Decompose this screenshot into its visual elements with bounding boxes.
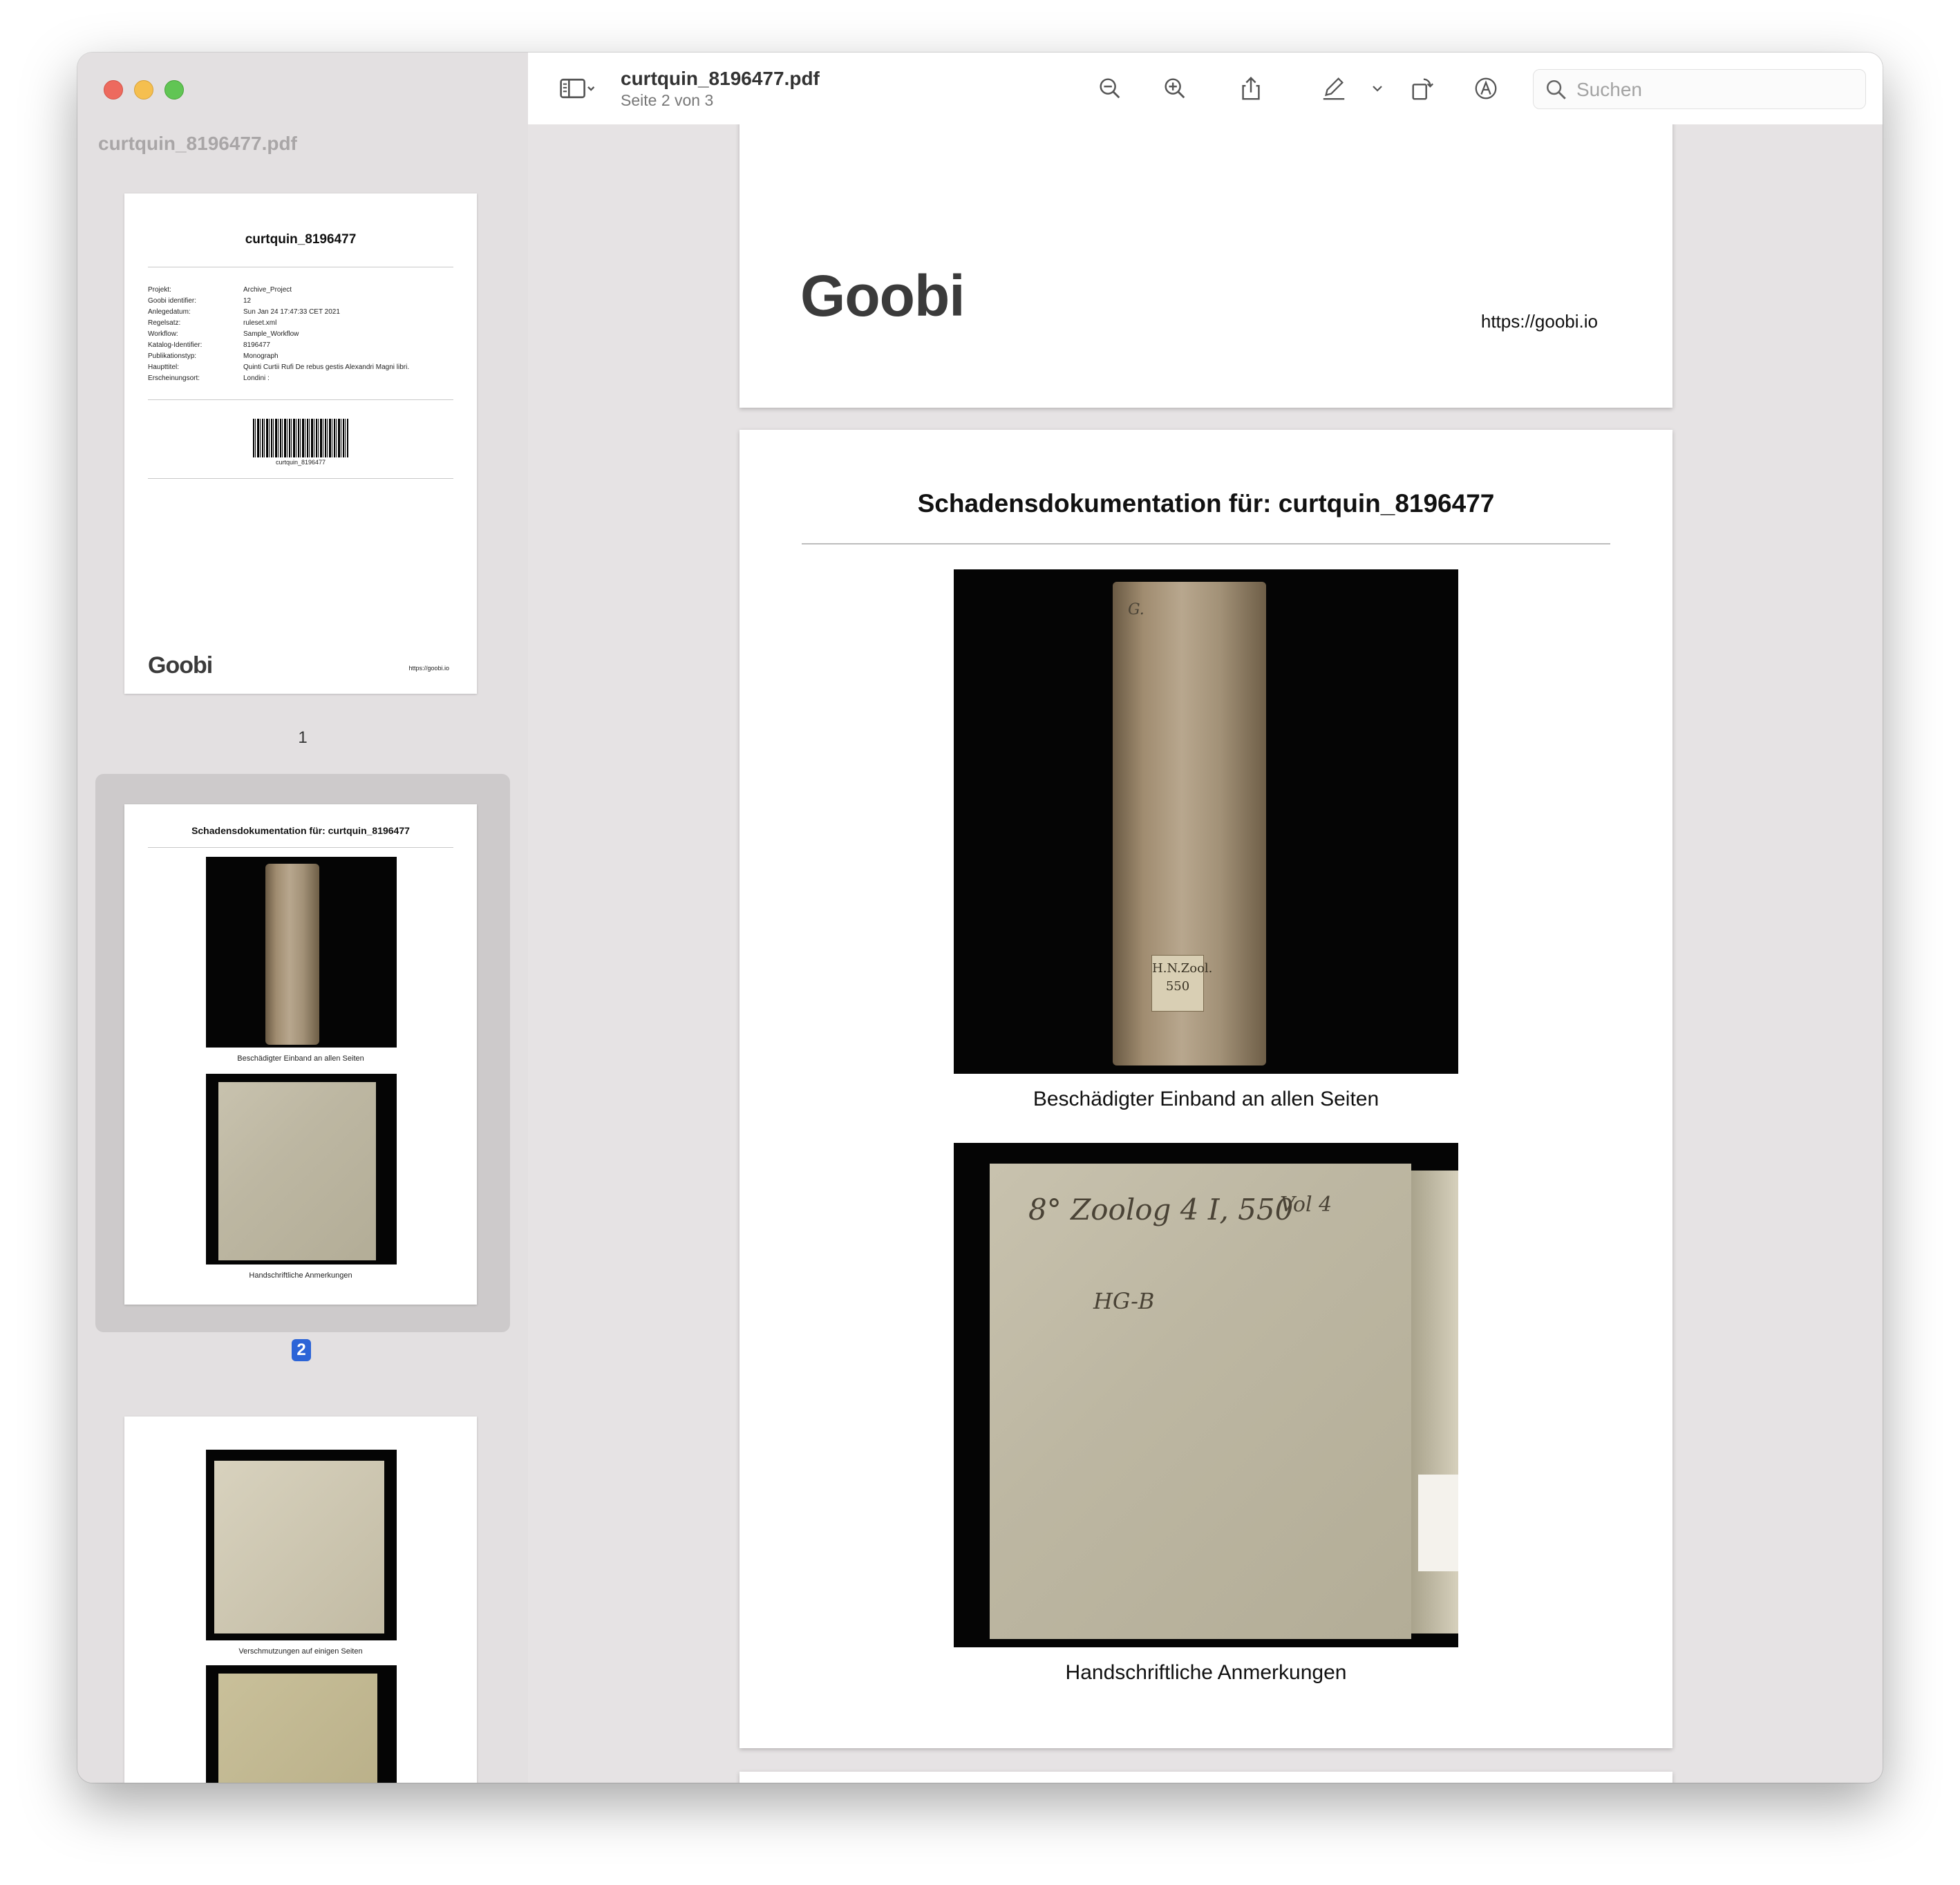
meta-label: Haupttitel: (148, 363, 180, 371)
divider (148, 478, 453, 479)
cover-photo-thumbnail (206, 1074, 397, 1264)
markup-menu-button[interactable] (1367, 73, 1388, 104)
zoom-in-icon (1165, 78, 1185, 99)
meta-value: Londini : (243, 375, 270, 382)
photo-caption: Beschädigter Einband an allen Seiten (1033, 1088, 1379, 1110)
page-number-2: 2 (292, 1339, 311, 1361)
handwritten-notes-photo: 8° Zoolog 4 I, 550 Vol 4 HG-B (954, 1143, 1458, 1647)
meta-value: ruleset.xml (243, 319, 277, 327)
spine-photo-thumbnail (206, 857, 397, 1048)
search-icon (1546, 79, 1566, 100)
chevron-down-icon (1373, 86, 1382, 92)
zoom-button[interactable] (164, 80, 184, 100)
sidebar-toggle-icon (560, 78, 595, 99)
meta-label: Projekt: (148, 286, 171, 294)
document-page-1: Goobi https://goobi.io (739, 124, 1672, 408)
page-photo-thumbnail (206, 1665, 397, 1783)
barcode-text: curtquin_8196477 (275, 459, 326, 466)
thumbnail-title: curtquin_8196477 (245, 232, 357, 247)
markup-pen-icon (1323, 77, 1345, 100)
divider (148, 399, 453, 400)
meta-value: Sun Jan 24 17:47:33 CET 2021 (243, 308, 340, 316)
document-viewer[interactable]: Goobi https://goobi.io Schadensdokumenta… (528, 124, 1883, 1783)
toolbar: curtquin_8196477.pdf Seite 2 von 3 (528, 53, 1883, 125)
meta-value: 12 (243, 297, 252, 305)
thumbnail-title: Schadensdokumentation für: curtquin_8196… (191, 825, 410, 836)
markup-button[interactable] (1319, 73, 1349, 104)
page-indicator: Seite 2 von 3 (621, 91, 714, 109)
meta-value: Archive_Project (243, 286, 292, 294)
rotate-button[interactable] (1407, 73, 1438, 104)
page-number-1: 1 (298, 728, 308, 747)
zoom-out-icon (1100, 78, 1120, 99)
meta-label: Workflow: (148, 330, 178, 338)
share-icon (1242, 77, 1260, 100)
window-controls (104, 80, 184, 100)
meta-label: Publikationstyp: (148, 352, 197, 360)
thumbnail-page-3[interactable]: Verschmutzungen auf einigen Seiten (124, 1417, 477, 1783)
thumbnail-sidebar[interactable]: curtquin_8196477.pdf curtquin_8196477 Pr… (77, 53, 529, 1783)
rotate-icon (1412, 78, 1434, 100)
search-field[interactable] (1533, 69, 1866, 110)
damaged-binding-photo: G. H.N.Zool. 550 (954, 569, 1458, 1074)
thumbnail-page-1[interactable]: curtquin_8196477 Projekt: Archive_Projec… (124, 193, 477, 694)
shelf-label: H.N.Zool. 550 (1151, 955, 1212, 1012)
goobi-url: https://goobi.io (408, 665, 449, 672)
sidebar-toggle-button[interactable] (553, 73, 601, 104)
meta-label: Goobi identifier: (148, 297, 197, 305)
zoom-in-button[interactable] (1160, 73, 1190, 104)
goobi-logo: Goobi (148, 652, 213, 679)
close-button[interactable] (104, 80, 123, 100)
barcode-image (253, 419, 348, 457)
annotate-button[interactable] (1471, 73, 1501, 104)
meta-label: Katalog-Identifier: (148, 341, 202, 349)
thumbnail-caption: Verschmutzungen auf einigen Seiten (238, 1647, 363, 1656)
document-page-3 (739, 1772, 1672, 1783)
meta-value: Quinti Curtii Rufi De rebus gestis Alexa… (243, 363, 410, 371)
document-title: curtquin_8196477.pdf (621, 68, 820, 89)
page-photo-thumbnail (206, 1450, 397, 1640)
meta-label: Anlegedatum: (148, 308, 191, 316)
meta-value: Sample_Workflow (243, 330, 299, 338)
document-page-2: Schadensdokumentation für: curtquin_8196… (739, 430, 1672, 1748)
minimize-button[interactable] (134, 80, 153, 100)
search-input[interactable] (1575, 70, 1854, 110)
page-title: Schadensdokumentation für: curtquin_8196… (917, 489, 1495, 518)
meta-label: Erscheinungsort: (148, 375, 200, 382)
preview-window: curtquin_8196477.pdf curtquin_8196477 Pr… (77, 53, 1883, 1783)
photo-caption: Handschriftliche Anmerkungen (1065, 1661, 1347, 1684)
thumbnail-caption: Handschriftliche Anmerkungen (249, 1271, 352, 1280)
meta-value: Monograph (243, 352, 279, 360)
annotate-icon (1475, 77, 1497, 100)
meta-label: Regelsatz: (148, 319, 181, 327)
share-button[interactable] (1236, 73, 1266, 104)
goobi-url: https://goobi.io (1480, 311, 1598, 332)
thumbnail-caption: Beschädigter Einband an allen Seiten (237, 1054, 364, 1063)
divider (148, 847, 453, 848)
goobi-logo: Goobi (800, 263, 965, 328)
thumbnail-page-2[interactable]: Schadensdokumentation für: curtquin_8196… (124, 804, 477, 1305)
sidebar-title: curtquin_8196477.pdf (98, 133, 297, 154)
divider (802, 543, 1610, 544)
meta-value: 8196477 (243, 341, 270, 349)
zoom-out-button[interactable] (1095, 73, 1125, 104)
